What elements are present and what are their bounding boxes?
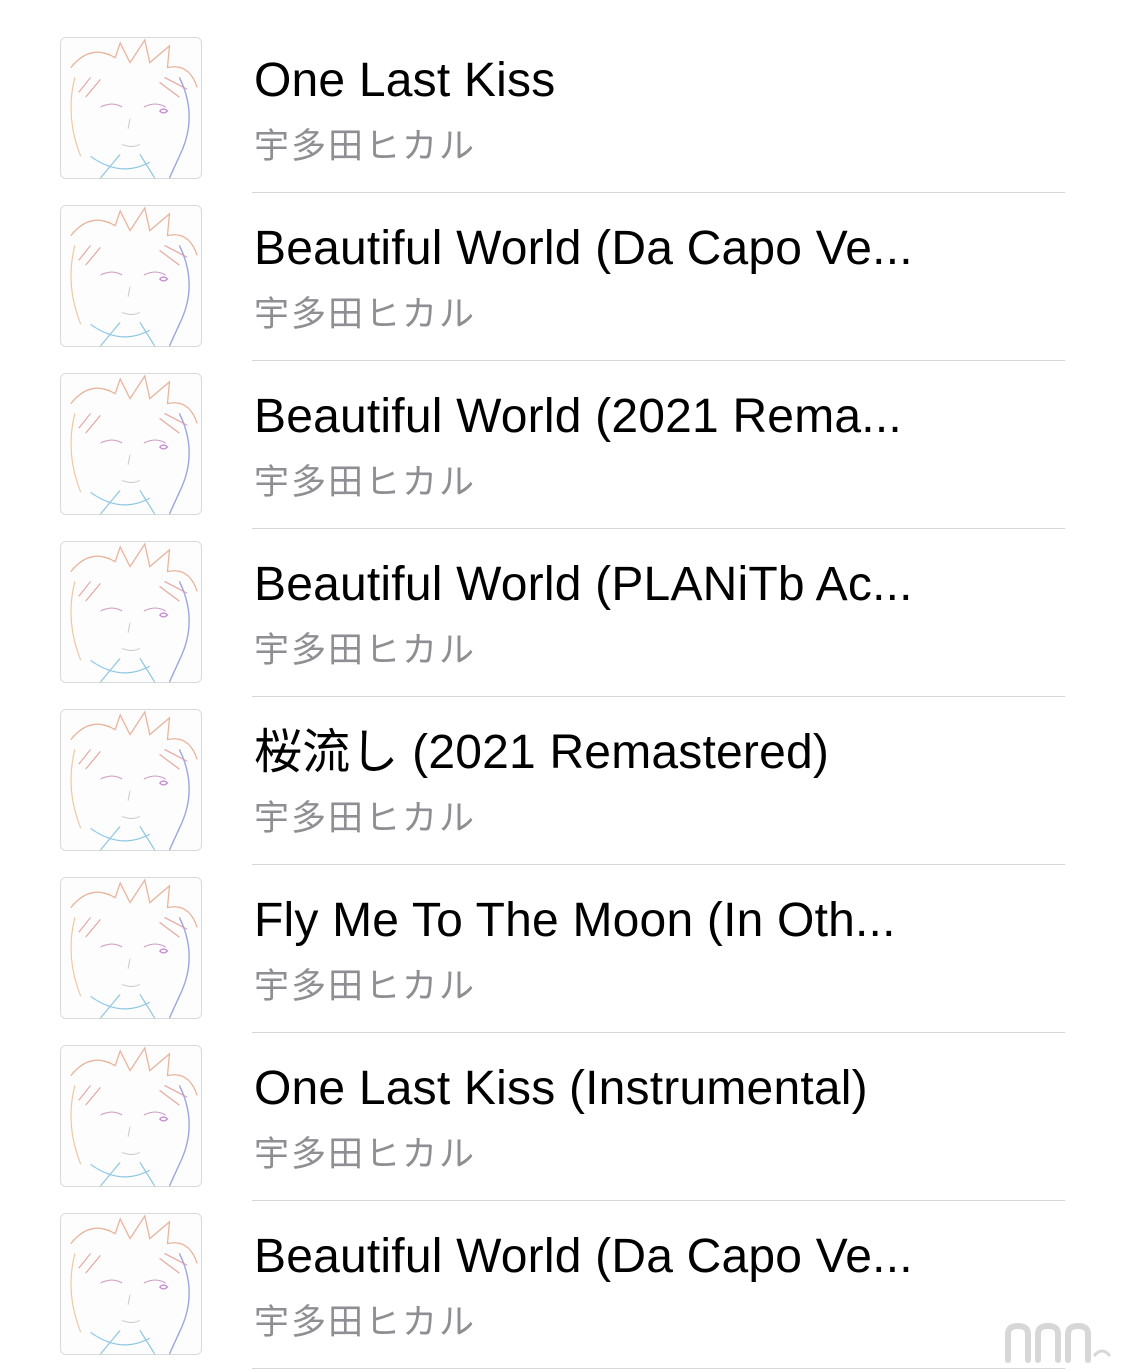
song-title: 桜流し (2021 Remastered) xyxy=(254,726,830,779)
song-row[interactable]: Beautiful World (Da Capo Ve... 宇多田ヒカル xyxy=(0,1201,1125,1369)
song-title: Beautiful World (2021 Rema... xyxy=(254,390,902,443)
line-sketch-portrait-icon xyxy=(61,374,201,514)
song-row[interactable]: One Last Kiss 宇多田ヒカル xyxy=(0,25,1125,193)
album-art-thumbnail xyxy=(60,877,202,1019)
song-artist: 宇多田ヒカル xyxy=(254,631,477,670)
song-title: Beautiful World (Da Capo Ve... xyxy=(254,1230,913,1283)
album-art-thumbnail xyxy=(60,709,202,851)
line-sketch-portrait-icon xyxy=(61,710,201,850)
song-list: One Last Kiss 宇多田ヒカル Beautiful World (Da… xyxy=(0,25,1125,1369)
song-artist: 宇多田ヒカル xyxy=(254,127,477,166)
line-sketch-portrait-icon xyxy=(61,878,201,1018)
line-sketch-portrait-icon xyxy=(61,542,201,682)
song-row[interactable]: Fly Me To The Moon (In Oth... 宇多田ヒカル xyxy=(0,865,1125,1033)
album-art-thumbnail xyxy=(60,37,202,179)
song-artist: 宇多田ヒカル xyxy=(254,295,477,334)
line-sketch-portrait-icon xyxy=(61,1046,201,1186)
song-artist: 宇多田ヒカル xyxy=(254,1303,477,1342)
song-title: One Last Kiss (Instrumental) xyxy=(254,1062,868,1115)
song-title: One Last Kiss xyxy=(254,54,556,107)
song-row[interactable]: Beautiful World (PLANiTb Ac... 宇多田ヒカル xyxy=(0,529,1125,697)
album-art-thumbnail xyxy=(60,541,202,683)
song-artist: 宇多田ヒカル xyxy=(254,967,477,1006)
album-art-thumbnail xyxy=(60,1045,202,1187)
line-sketch-portrait-icon xyxy=(61,206,201,346)
song-title: Beautiful World (PLANiTb Ac... xyxy=(254,558,913,611)
song-row[interactable]: 桜流し (2021 Remastered) 宇多田ヒカル xyxy=(0,697,1125,865)
song-title: Fly Me To The Moon (In Oth... xyxy=(254,894,896,947)
song-row[interactable]: Beautiful World (2021 Rema... 宇多田ヒカル xyxy=(0,361,1125,529)
album-art-thumbnail xyxy=(60,373,202,515)
album-art-thumbnail xyxy=(60,1213,202,1355)
song-title: Beautiful World (Da Capo Ve... xyxy=(254,222,913,275)
song-row[interactable]: One Last Kiss (Instrumental) 宇多田ヒカル xyxy=(0,1033,1125,1201)
line-sketch-portrait-icon xyxy=(61,38,201,178)
song-artist: 宇多田ヒカル xyxy=(254,1135,477,1174)
site-logo-watermark-icon xyxy=(1002,1316,1117,1366)
line-sketch-portrait-icon xyxy=(61,1214,201,1354)
album-art-thumbnail xyxy=(60,205,202,347)
row-separator xyxy=(252,1367,1065,1369)
song-artist: 宇多田ヒカル xyxy=(254,463,477,502)
song-row[interactable]: Beautiful World (Da Capo Ve... 宇多田ヒカル xyxy=(0,193,1125,361)
song-artist: 宇多田ヒカル xyxy=(254,799,477,838)
